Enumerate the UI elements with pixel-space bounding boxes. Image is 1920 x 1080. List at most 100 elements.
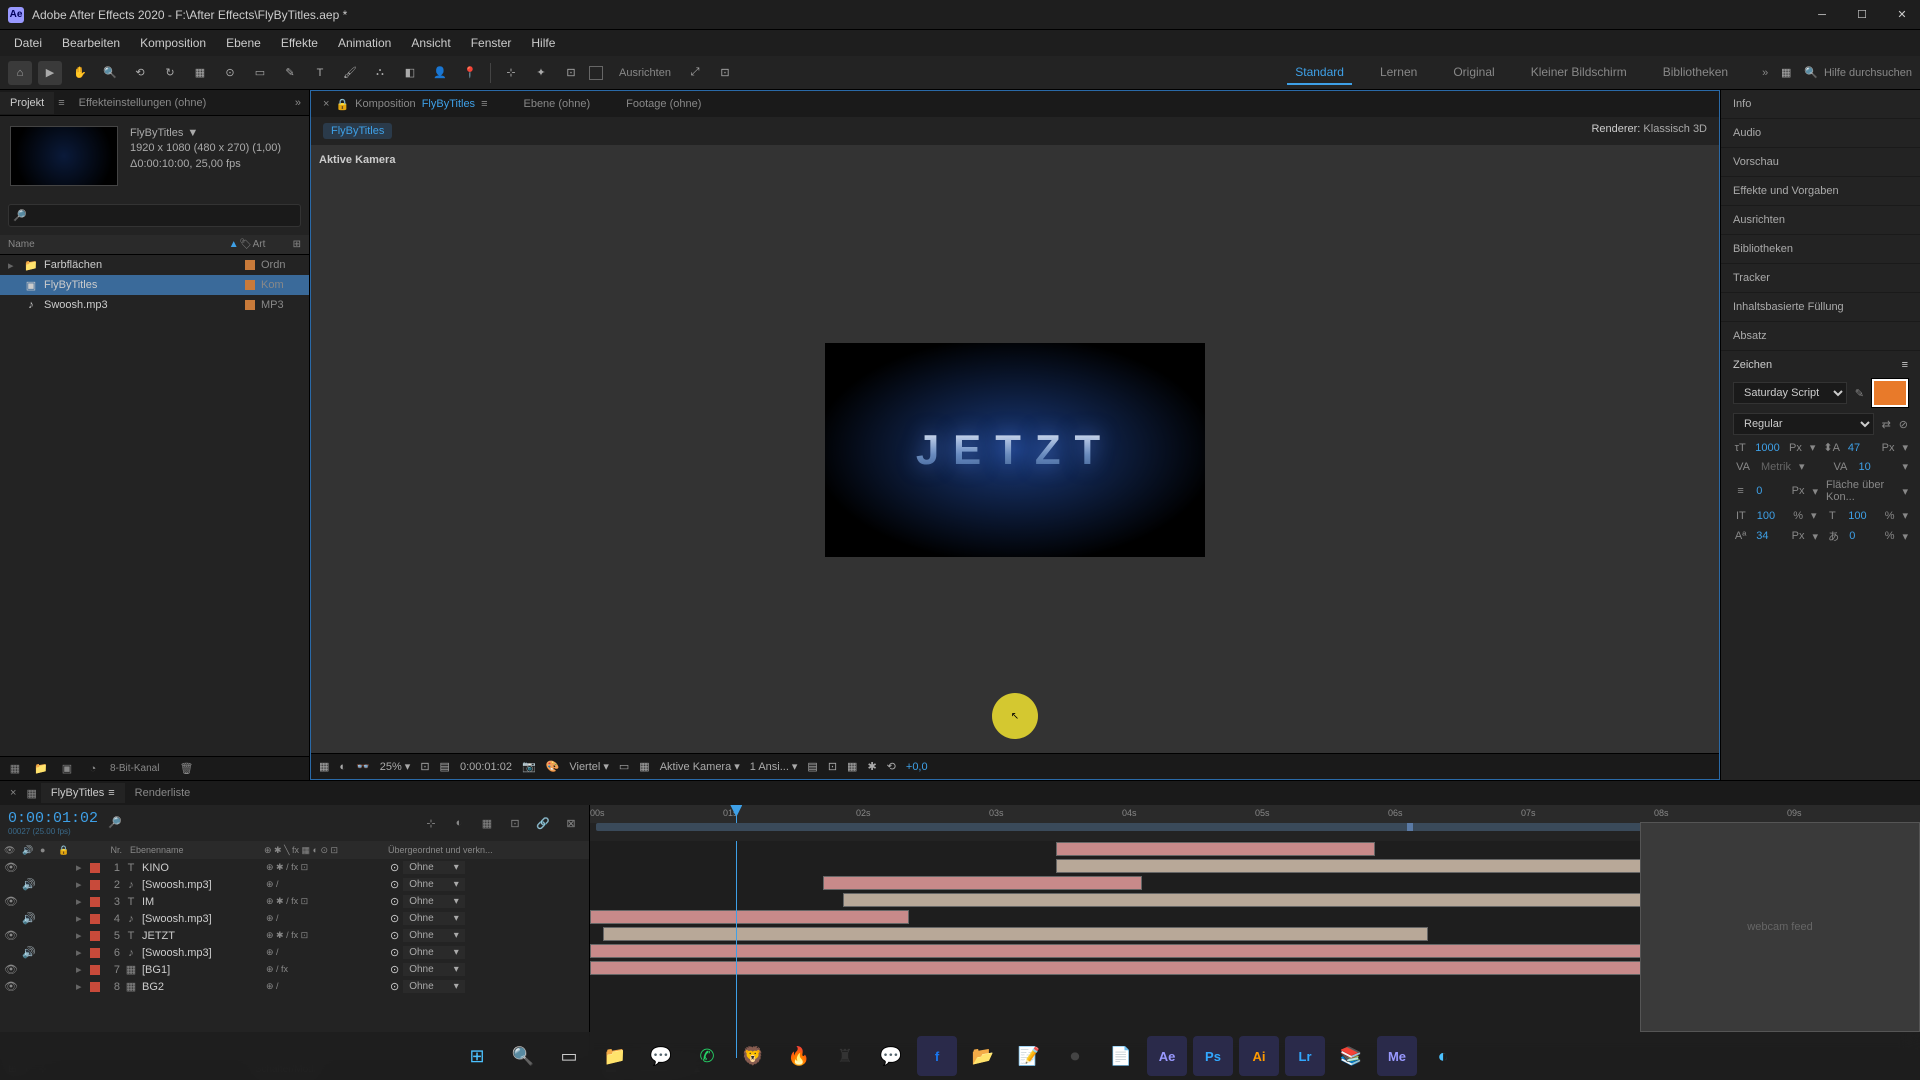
timeline-layer[interactable]: 🔊▸6♪[Swoosh.mp3]⊕ /⊙Ohne ▾ — [0, 944, 589, 961]
roto-tool[interactable]: 👤 — [428, 61, 452, 85]
local-axis-tool[interactable]: ⊹ — [499, 61, 523, 85]
taskbar-photoshop[interactable]: Ps — [1193, 1036, 1233, 1076]
bit-depth[interactable]: 8-Bit-Kanal — [110, 763, 159, 774]
views-dropdown[interactable]: 1 Ansi... ▾ — [750, 760, 798, 773]
no-fill-icon[interactable]: ⊘ — [1899, 418, 1908, 431]
stroke-value[interactable]: 0 — [1756, 485, 1783, 497]
panel-collapse[interactable]: » — [287, 97, 309, 109]
mask-toggle[interactable]: 👓 — [356, 760, 370, 773]
resolution-dropdown[interactable]: Viertel ▾ — [569, 760, 609, 773]
taskbar-obs[interactable]: ⏺ — [1055, 1036, 1095, 1076]
panel-info[interactable]: Info — [1721, 90, 1920, 119]
rect-tool[interactable]: ▭ — [248, 61, 272, 85]
hand-tool[interactable]: ✋ — [68, 61, 92, 85]
panel-vorschau[interactable]: Vorschau — [1721, 148, 1920, 177]
panel-bibliotheken[interactable]: Bibliotheken — [1721, 235, 1920, 264]
snap-option1[interactable]: ⤢ — [683, 61, 707, 85]
taskbar-search[interactable]: 🔍 — [503, 1036, 543, 1076]
taskbar-start[interactable]: ⊞ — [457, 1036, 497, 1076]
color-mgmt-icon[interactable]: 🎨 — [546, 760, 560, 773]
tl-tool-2[interactable]: ◐ — [449, 813, 469, 833]
timeline-layer[interactable]: 🔊▸4♪[Swoosh.mp3]⊕ /⊙Ohne ▾ — [0, 910, 589, 927]
view-axis-tool[interactable]: ⊡ — [559, 61, 583, 85]
rotate-tool[interactable]: ↻ — [158, 61, 182, 85]
selection-tool[interactable]: ▶ — [38, 61, 62, 85]
new-comp-icon[interactable]: ▣ — [58, 760, 76, 778]
workspace-lernen[interactable]: Lernen — [1372, 61, 1425, 85]
tracking-value[interactable]: 10 — [1858, 461, 1894, 473]
tl-comp-tab[interactable]: FlyByTitles ≡ — [41, 783, 125, 803]
snapshot-icon[interactable]: 📷 — [522, 760, 536, 773]
eraser-tool[interactable]: ◧ — [398, 61, 422, 85]
view-opts-4[interactable]: ✱ — [867, 760, 876, 773]
playhead-line[interactable] — [736, 841, 737, 1058]
tl-render-tab[interactable]: Renderliste — [125, 783, 201, 803]
close-button[interactable]: ✕ — [1892, 5, 1912, 25]
projekt-tab[interactable]: Projekt — [0, 92, 54, 114]
snap-checkbox[interactable] — [589, 66, 603, 80]
font-family-select[interactable]: Saturday Script — [1733, 382, 1847, 404]
vscale-value[interactable]: 100 — [1757, 510, 1785, 522]
taskbar-app2[interactable]: 📚 — [1331, 1036, 1371, 1076]
new-folder-icon[interactable]: 📁 — [32, 760, 50, 778]
panel-inhaltsbasierte-füllung[interactable]: Inhaltsbasierte Füllung — [1721, 293, 1920, 322]
menu-datei[interactable]: Datei — [4, 32, 52, 54]
tsume-value[interactable]: 0 — [1849, 530, 1876, 542]
panel-tracker[interactable]: Tracker — [1721, 264, 1920, 293]
project-item[interactable]: ▣FlyByTitlesKom — [0, 275, 309, 295]
panel-menu-icon[interactable]: ≡ — [54, 97, 68, 109]
roi-toggle[interactable]: ▭ — [619, 760, 629, 773]
help-search[interactable]: Hilfe durchsuchen — [1824, 67, 1912, 79]
taskbar-notepad[interactable]: 📄 — [1101, 1036, 1141, 1076]
font-size-value[interactable]: 1000 — [1755, 442, 1781, 454]
col-type-header[interactable]: Art — [253, 239, 293, 250]
workspace-original[interactable]: Original — [1445, 61, 1502, 85]
tl-lock-icon[interactable]: ▦ — [22, 787, 40, 800]
composition-viewer[interactable]: Aktive Kamera JETZT ↖ — [311, 146, 1719, 753]
col-label-header[interactable]: 🏷 — [239, 239, 253, 250]
tl-tool-6[interactable]: ⊠ — [561, 813, 581, 833]
tl-tool-5[interactable]: 🔗 — [533, 813, 553, 833]
footage-tab[interactable]: Footage (ohne) — [618, 94, 709, 114]
tl-close-icon[interactable]: × — [4, 787, 22, 799]
col-more-icon[interactable]: ⊞ — [293, 239, 301, 250]
menu-hilfe[interactable]: Hilfe — [521, 32, 565, 54]
tl-tool-1[interactable]: ⊹ — [421, 813, 441, 833]
orbit-tool[interactable]: ⟲ — [128, 61, 152, 85]
ebene-tab[interactable]: Ebene (ohne) — [515, 94, 598, 114]
effekte-tab[interactable]: Effekteinstellungen (ohne) — [69, 92, 217, 114]
camera-tool[interactable]: ▦ — [188, 61, 212, 85]
taskbar-taskview[interactable]: ▭ — [549, 1036, 589, 1076]
grid-toggle[interactable]: ⊡ — [420, 760, 429, 773]
kerning-value[interactable]: Metrik — [1761, 461, 1791, 473]
fill-color-swatch[interactable] — [1872, 379, 1908, 407]
taskbar-brave[interactable]: 🦁 — [733, 1036, 773, 1076]
taskbar-illustrator[interactable]: Ai — [1239, 1036, 1279, 1076]
workspace-bibliotheken[interactable]: Bibliotheken — [1655, 61, 1736, 85]
channel-toggle[interactable]: ◐ — [339, 761, 346, 773]
col-name-header[interactable]: Name — [8, 239, 229, 250]
minimize-button[interactable]: ─ — [1812, 5, 1832, 25]
exposure-value[interactable]: +0,0 — [906, 761, 928, 773]
camera-dropdown[interactable]: Aktive Kamera ▾ — [660, 760, 740, 773]
workspace-standard[interactable]: Standard — [1287, 61, 1352, 85]
col-layername-header[interactable]: Ebenenname — [126, 845, 260, 855]
workspace-more[interactable]: » — [1762, 67, 1768, 79]
stroke-over-dropdown[interactable]: Fläche über Kon... — [1826, 479, 1894, 503]
layer-bar[interactable] — [590, 910, 909, 924]
project-item[interactable]: ♪Swoosh.mp3MP3 — [0, 295, 309, 315]
timeline-layer[interactable]: 👁▸1TKINO⊕ ✱ / fx ⊡⊙Ohne ▾ — [0, 859, 589, 876]
leading-value[interactable]: 47 — [1848, 442, 1874, 454]
font-weight-select[interactable]: Regular — [1733, 413, 1874, 435]
renderer-value[interactable]: Klassisch 3D — [1643, 123, 1707, 135]
timeline-layer[interactable]: 👁▸8▦BG2⊕ /⊙Ohne ▾ — [0, 978, 589, 995]
col-num-header[interactable]: Nr. — [106, 845, 122, 855]
playhead[interactable] — [736, 805, 737, 823]
current-time[interactable]: 0:00:01:02 — [8, 810, 98, 827]
taskbar-whatsapp[interactable]: ✆ — [687, 1036, 727, 1076]
taskbar-aftereffects[interactable]: Ae — [1147, 1036, 1187, 1076]
world-axis-tool[interactable]: ✦ — [529, 61, 553, 85]
swap-colors-icon[interactable]: ⇄ — [1882, 418, 1891, 431]
timeline-layer[interactable]: 👁▸5TJETZT⊕ ✱ / fx ⊡⊙Ohne ▾ — [0, 927, 589, 944]
home-tool[interactable]: ⌂ — [8, 61, 32, 85]
